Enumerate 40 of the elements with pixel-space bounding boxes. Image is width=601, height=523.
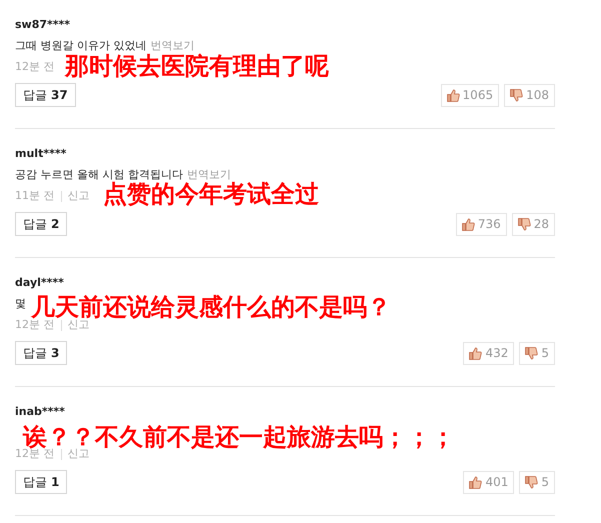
reply-button[interactable]: 답글 1 bbox=[15, 470, 68, 494]
username: dayl**** bbox=[15, 276, 65, 290]
dislike-button[interactable]: 108 bbox=[504, 84, 555, 106]
thumbs-down-icon bbox=[525, 476, 538, 488]
username: mult**** bbox=[15, 147, 68, 161]
caption-overlay: 诶？？不久前不是还一起旅游去吗；；； bbox=[23, 425, 455, 449]
translate-link[interactable]: 번역보기 bbox=[187, 168, 231, 182]
like-button[interactable]: 736 bbox=[456, 212, 507, 236]
comment-text: 공감 누르면 올해 시험 합격됩니다 bbox=[15, 168, 183, 182]
like-button[interactable]: 432 bbox=[463, 342, 514, 364]
dislike-button[interactable]: 5 bbox=[519, 342, 555, 364]
timestamp: 12분 전 bbox=[15, 318, 54, 332]
dislike-button[interactable]: 28 bbox=[512, 212, 555, 236]
like-button[interactable]: 1065 bbox=[440, 84, 500, 106]
dislike-button[interactable]: 5 bbox=[519, 470, 555, 494]
thumbs-down-icon bbox=[510, 88, 524, 102]
comment-text: 몇 bbox=[15, 297, 26, 311]
timestamp: 12분 전 bbox=[15, 447, 54, 461]
like-button[interactable]: 401 bbox=[463, 470, 514, 494]
username: sw87**** bbox=[15, 18, 72, 32]
thumbs-up-icon bbox=[469, 476, 482, 488]
comment-text: 그때 병원갈 이유가 있었네 bbox=[15, 39, 146, 53]
caption-overlay: 那时候去医院有理由了呢 bbox=[65, 54, 329, 78]
report-link[interactable]: 신고 bbox=[68, 318, 90, 332]
translate-link[interactable]: 번역보기 bbox=[150, 39, 194, 53]
username: inab**** bbox=[15, 405, 66, 419]
caption-overlay: 点赞的今年考试全过 bbox=[103, 182, 319, 206]
thumbs-down-icon bbox=[525, 346, 538, 360]
reply-button[interactable]: 답글 3 bbox=[15, 341, 68, 365]
report-link[interactable]: 신고 bbox=[68, 447, 90, 461]
timestamp: 12분 전 bbox=[15, 60, 54, 74]
thumbs-up-icon bbox=[462, 218, 475, 230]
timestamp: 11분 전 bbox=[15, 189, 54, 203]
thumbs-down-icon bbox=[518, 218, 531, 230]
caption-overlay: 几天前还说给灵感什么的不是吗？ bbox=[31, 295, 391, 319]
thumbs-up-icon bbox=[469, 346, 482, 360]
report-link[interactable]: 신고 bbox=[68, 189, 90, 203]
thumbs-up-icon bbox=[446, 88, 460, 102]
reply-button[interactable]: 답글 2 bbox=[15, 212, 68, 236]
reply-button[interactable]: 답글 37 bbox=[15, 83, 76, 107]
